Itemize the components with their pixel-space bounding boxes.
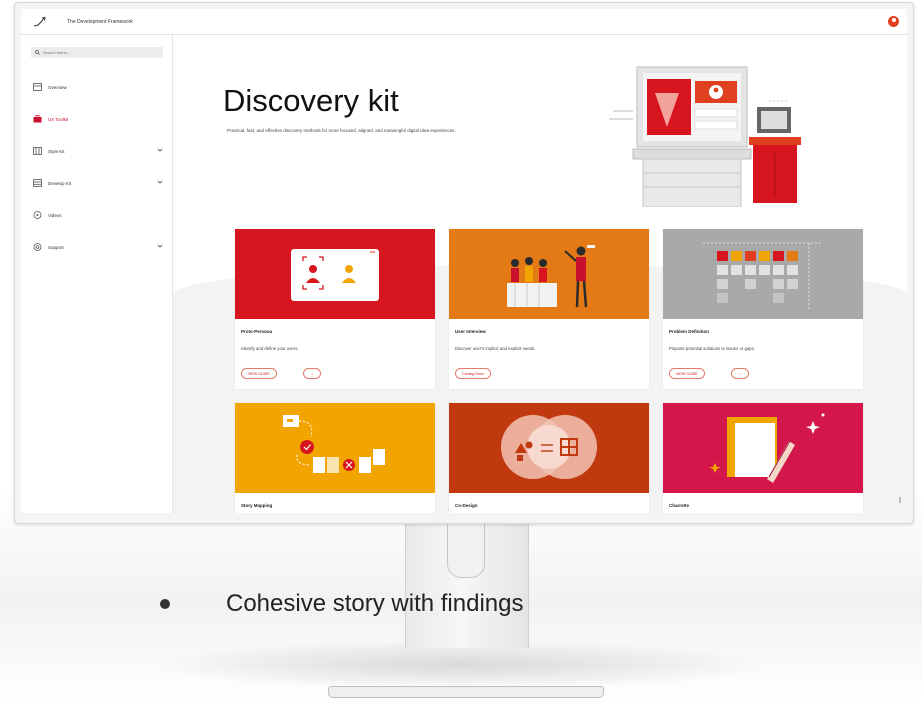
card-title: Story Mapping bbox=[241, 503, 273, 508]
slide-bullet: Cohesive story with findings bbox=[160, 590, 523, 618]
sidebar-item-ux-toolkit[interactable]: UX Toolkit bbox=[21, 109, 173, 129]
top-bar: The Development Framework bbox=[21, 9, 907, 35]
monitor-frame: The Development Framework Overview UX To… bbox=[14, 2, 914, 524]
sidebar: Overview UX Toolkit Style Kit Develop Ki… bbox=[21, 35, 173, 513]
coming-soon-button[interactable]: Coming Soon bbox=[455, 368, 491, 379]
monitor-screen: The Development Framework Overview UX To… bbox=[21, 9, 907, 513]
monitor-stand-base bbox=[328, 686, 604, 698]
co-design-icon bbox=[449, 403, 649, 493]
app-title: The Development Framework bbox=[67, 18, 133, 25]
card-proto-persona[interactable]: Proto-Persona Identify and define your u… bbox=[235, 229, 435, 389]
card-user-interview[interactable]: User Interview Discover user's implicit … bbox=[449, 229, 649, 389]
search-icon bbox=[35, 50, 40, 55]
sidebar-item-develop-kit[interactable]: Develop Kit bbox=[21, 173, 173, 193]
card-title: Problem Definition bbox=[669, 329, 710, 334]
card-description: Identify and define your users. bbox=[241, 346, 299, 351]
card-problem-definition[interactable]: Problem Definition Pinpoint potential so… bbox=[663, 229, 863, 389]
style-kit-icon bbox=[33, 147, 42, 155]
card-title: Charrette bbox=[669, 503, 690, 508]
card-description: Pinpoint potential solutions to issues o… bbox=[669, 346, 755, 351]
card-image bbox=[235, 229, 435, 319]
story-map-icon bbox=[235, 403, 435, 493]
sidebar-item-label: Develop Kit bbox=[48, 180, 72, 186]
card-image bbox=[449, 403, 649, 493]
card-title: Proto-Persona bbox=[241, 329, 273, 334]
toolkit-icon bbox=[33, 115, 42, 123]
sidebar-item-videos[interactable]: Videos bbox=[21, 205, 173, 225]
card-image bbox=[663, 229, 863, 319]
sidebar-item-label: Overview bbox=[48, 84, 67, 90]
logo-icon[interactable] bbox=[33, 16, 47, 28]
support-icon bbox=[33, 243, 42, 251]
download-button[interactable]: ↓ bbox=[731, 368, 749, 379]
overview-icon bbox=[33, 83, 42, 91]
card-image bbox=[235, 403, 435, 493]
problem-grid-icon bbox=[663, 229, 863, 319]
main-content: Discovery kit Practical, fast, and effec… bbox=[173, 35, 907, 513]
page-description: Practical, fast, and effective discovery… bbox=[227, 128, 456, 133]
monitor-stand-slot bbox=[447, 524, 485, 578]
view-guide-button[interactable]: VIEW GUIDE bbox=[241, 368, 277, 379]
develop-kit-icon bbox=[33, 179, 42, 187]
download-button[interactable]: ↓ bbox=[303, 368, 321, 379]
sidebar-item-label: UX Toolkit bbox=[48, 116, 69, 122]
card-title: Co-Design bbox=[455, 503, 478, 508]
sidebar-item-label: Videos bbox=[48, 212, 62, 218]
videos-icon bbox=[33, 211, 42, 219]
user-avatar-icon[interactable] bbox=[888, 16, 899, 27]
card-image bbox=[663, 403, 863, 493]
sidebar-item-style-kit[interactable]: Style Kit bbox=[21, 141, 173, 161]
card-co-design[interactable]: Co-Design bbox=[449, 403, 649, 513]
card-description: Discover user's implicit and explicit ne… bbox=[455, 346, 536, 351]
sidebar-search[interactable] bbox=[31, 47, 163, 58]
interview-icon bbox=[449, 229, 649, 319]
scrollbar-thumb[interactable] bbox=[899, 497, 901, 503]
charrette-icon bbox=[663, 403, 863, 493]
persona-icon bbox=[235, 229, 435, 319]
sidebar-item-support[interactable]: Support bbox=[21, 237, 173, 257]
page-title: Discovery kit bbox=[223, 83, 399, 118]
sidebar-item-label: Support bbox=[48, 244, 64, 250]
view-guide-button[interactable]: VIEW GUIDE bbox=[669, 368, 705, 379]
chevron-down-icon[interactable] bbox=[157, 147, 163, 153]
card-charrette[interactable]: Charrette bbox=[663, 403, 863, 513]
sidebar-item-overview[interactable]: Overview bbox=[21, 77, 173, 97]
card-story-mapping[interactable]: Story Mapping bbox=[235, 403, 435, 513]
card-title: User Interview bbox=[455, 329, 486, 334]
bullet-text: Cohesive story with findings bbox=[226, 590, 524, 617]
bullet-icon bbox=[160, 599, 170, 609]
sidebar-item-label: Style Kit bbox=[48, 148, 65, 154]
search-input[interactable] bbox=[43, 50, 153, 55]
card-image bbox=[449, 229, 649, 319]
chevron-down-icon[interactable] bbox=[157, 179, 163, 185]
workstation-illustration-icon bbox=[609, 66, 801, 207]
chevron-down-icon[interactable] bbox=[157, 243, 163, 249]
